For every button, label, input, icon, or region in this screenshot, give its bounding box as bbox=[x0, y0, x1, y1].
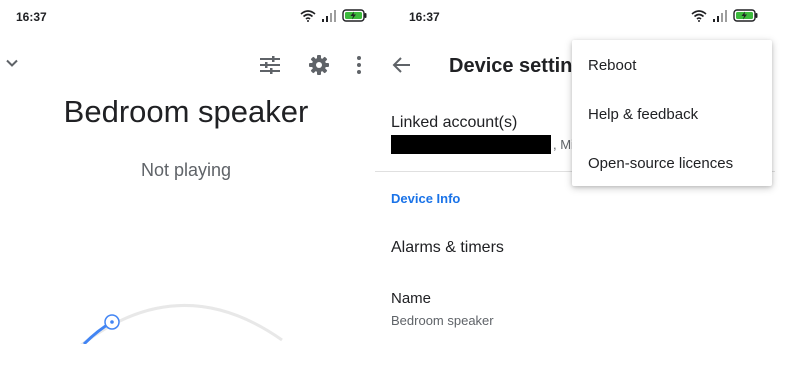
battery-icon bbox=[733, 9, 758, 22]
playback-status: Not playing bbox=[140, 160, 232, 180]
status-time: 16:37 bbox=[409, 10, 440, 24]
signal-icon bbox=[713, 9, 727, 22]
linked-accounts-suffix: , Mi bbox=[553, 137, 574, 152]
signal-icon bbox=[322, 9, 336, 22]
speaker-screen: 16:37 Bedroom speaker Not playing bbox=[0, 0, 372, 344]
page-title: Device setting bbox=[449, 55, 585, 77]
alarms-timers-item[interactable]: Alarms & timers bbox=[391, 239, 504, 257]
wifi-icon bbox=[691, 9, 707, 22]
section-header-device-info: Device Info bbox=[391, 191, 461, 206]
chevron-down-icon[interactable] bbox=[4, 55, 20, 71]
menu-item-reboot[interactable]: Reboot bbox=[588, 57, 636, 74]
gear-icon[interactable] bbox=[308, 54, 330, 76]
status-icons bbox=[300, 9, 368, 22]
name-item-value: Bedroom speaker bbox=[391, 313, 494, 328]
status-bar: 16:37 bbox=[0, 0, 372, 34]
redacted-account bbox=[391, 135, 551, 154]
back-arrow-icon[interactable] bbox=[392, 56, 412, 74]
menu-item-open-source-licences[interactable]: Open-source licences bbox=[588, 155, 733, 172]
overflow-menu: Reboot Help & feedback Open-source licen… bbox=[572, 40, 772, 186]
battery-icon bbox=[342, 9, 367, 22]
status-icons bbox=[691, 9, 759, 22]
menu-item-help-feedback[interactable]: Help & feedback bbox=[588, 106, 698, 123]
status-bar: 16:37 bbox=[375, 0, 775, 34]
volume-dial[interactable] bbox=[70, 288, 300, 344]
more-vert-icon[interactable] bbox=[354, 54, 364, 76]
equalizer-icon[interactable] bbox=[259, 55, 281, 75]
status-time: 16:37 bbox=[16, 10, 47, 24]
linked-accounts-label[interactable]: Linked account(s) bbox=[391, 114, 517, 132]
wifi-icon bbox=[300, 9, 316, 22]
name-item-label[interactable]: Name bbox=[391, 290, 431, 307]
device-name-title: Bedroom speaker bbox=[63, 94, 309, 129]
